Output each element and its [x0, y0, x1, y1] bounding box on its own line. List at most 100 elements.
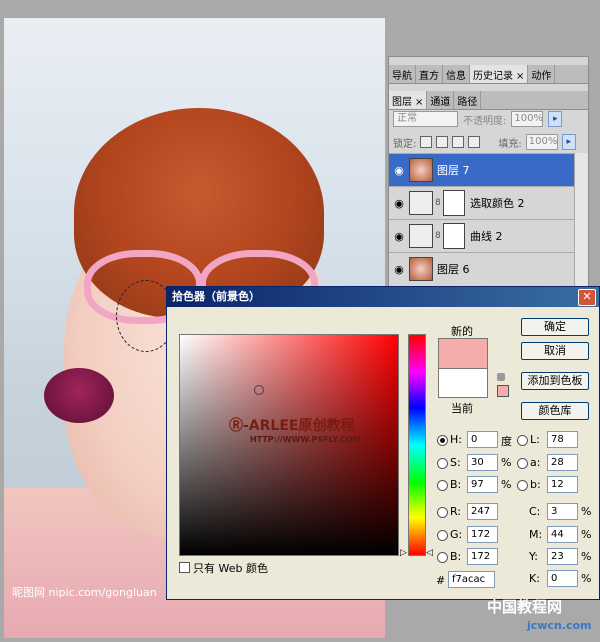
ok-button[interactable]: 确定 — [521, 318, 589, 336]
lock-position-icon[interactable] — [452, 136, 465, 148]
c-input[interactable]: 3 — [547, 503, 578, 520]
lock-pixels-icon[interactable] — [436, 136, 449, 148]
selective-color-icon — [409, 191, 433, 215]
curves-icon — [409, 224, 433, 248]
tab-actions[interactable]: 动作 — [528, 65, 556, 83]
s-input[interactable]: 30 — [467, 454, 498, 471]
fill-label: 填充: — [498, 138, 522, 150]
close-icon[interactable]: × — [516, 71, 524, 82]
layer-row-curves[interactable]: ◉ 8 曲线 2 — [389, 219, 574, 252]
radio-blue[interactable] — [437, 552, 448, 563]
h-input[interactable]: 0 — [467, 431, 498, 448]
lock-transparent-icon[interactable] — [420, 136, 433, 148]
close-icon[interactable]: × — [415, 97, 423, 108]
fill-arrow-icon[interactable]: ▸ — [561, 134, 576, 150]
h-unit: 度 — [501, 435, 512, 448]
hex-input[interactable]: f7acac — [448, 571, 495, 588]
h-label: H: — [450, 433, 462, 446]
k-label: K: — [529, 572, 540, 585]
close-icon[interactable]: ✕ — [578, 289, 596, 306]
photo-rose — [44, 368, 114, 423]
c-unit: % — [581, 505, 592, 518]
tab-layers[interactable]: 图层 × — [389, 91, 428, 109]
layer-mask-thumbnail — [443, 223, 465, 249]
y-input[interactable]: 23 — [547, 548, 578, 565]
dialog-titlebar[interactable]: 拾色器（前景色） ✕ — [167, 287, 599, 307]
blue-label: B: — [450, 550, 462, 563]
radio-l[interactable] — [517, 435, 528, 446]
a-input[interactable]: 28 — [547, 454, 578, 471]
radio-g[interactable] — [437, 530, 448, 541]
radio-r[interactable] — [437, 507, 448, 518]
radio-lab-b[interactable] — [517, 480, 528, 491]
layers-scrollbar[interactable] — [574, 153, 588, 287]
opacity-input[interactable]: 100% — [511, 111, 544, 127]
hue-arrow-right-icon[interactable]: ◁ — [426, 548, 433, 558]
m-label: M: — [529, 528, 543, 541]
s-unit: % — [501, 456, 512, 469]
tab-paths[interactable]: 路径 — [454, 91, 482, 109]
site-url-watermark: jcwcn.com — [527, 619, 592, 632]
logo-text: Ⓡ-ARLEE原创教程 — [229, 418, 355, 434]
k-input[interactable]: 0 — [547, 570, 578, 587]
opacity-arrow-icon[interactable]: ▸ — [548, 111, 563, 127]
layer-mask-thumbnail — [443, 190, 465, 216]
current-color-swatch[interactable] — [438, 368, 488, 398]
lab-b-label: b: — [530, 478, 541, 491]
lock-label: 锁定: — [393, 138, 417, 150]
link-icon: 8 — [435, 231, 441, 241]
blue-input[interactable]: 172 — [467, 548, 498, 565]
hue-arrow-left-icon[interactable]: ▷ — [400, 548, 407, 558]
picker-circle-icon[interactable] — [254, 385, 264, 395]
cancel-button[interactable]: 取消 — [521, 342, 589, 360]
layer-row-6[interactable]: ◉ 图层 6 — [389, 252, 574, 285]
a-label: a: — [530, 456, 541, 469]
eye-icon[interactable]: ◉ — [389, 197, 409, 210]
eye-icon[interactable]: ◉ — [389, 263, 409, 276]
m-input[interactable]: 44 — [547, 526, 578, 543]
radio-s[interactable] — [437, 458, 448, 469]
color-libraries-button[interactable]: 颜色库 — [521, 402, 589, 420]
tab-navigator[interactable]: 导航 — [389, 65, 416, 83]
fill-input[interactable]: 100% — [525, 134, 558, 150]
lock-all-icon[interactable] — [468, 136, 481, 148]
r-input[interactable]: 247 — [467, 503, 498, 520]
b-label: B: — [450, 478, 462, 491]
tab-histogram[interactable]: 直方 — [416, 65, 443, 83]
eye-icon[interactable]: ◉ — [389, 230, 409, 243]
site-watermark: 中国教程网 — [487, 598, 563, 616]
web-safe-swatch[interactable] — [497, 385, 509, 397]
logo-sub: HTTP://WWW.PSFLY.COM — [250, 435, 361, 444]
add-to-swatches-button[interactable]: 添加到色板 — [521, 372, 589, 390]
layer-row-selective-color[interactable]: ◉ 8 选取颜色 2 — [389, 186, 574, 219]
eye-icon[interactable]: ◉ — [389, 164, 409, 177]
layer-name: 曲线 2 — [470, 230, 503, 243]
lab-b-input[interactable]: 12 — [547, 476, 578, 493]
y-unit: % — [581, 550, 592, 563]
new-color-swatch — [438, 338, 488, 369]
c-label: C: — [529, 505, 541, 518]
color-picker-dialog: 拾色器（前景色） ✕ Ⓡ-ARLEE原创教程 HTTP://WWW.PSFLY.… — [166, 286, 600, 600]
tab-channels[interactable]: 通道 — [427, 91, 455, 109]
g-input[interactable]: 172 — [467, 526, 498, 543]
b-input[interactable]: 97 — [467, 476, 498, 493]
hue-slider[interactable] — [408, 334, 426, 556]
g-label: G: — [450, 528, 463, 541]
web-only-checkbox[interactable] — [179, 562, 190, 573]
layer-name: 图层 6 — [437, 263, 470, 276]
layer-row-7[interactable]: ◉ 图层 7 — [389, 153, 574, 186]
current-label: 当前 — [451, 402, 473, 415]
radio-h[interactable] — [437, 435, 448, 446]
m-unit: % — [581, 528, 592, 541]
l-input[interactable]: 78 — [547, 431, 578, 448]
color-field[interactable]: Ⓡ-ARLEE原创教程 HTTP://WWW.PSFLY.COM — [179, 334, 399, 556]
radio-a[interactable] — [517, 458, 528, 469]
tab-info[interactable]: 信息 — [443, 65, 470, 83]
hex-label: # — [436, 574, 446, 587]
gamut-warning-icon[interactable] — [497, 373, 505, 381]
y-label: Y: — [529, 550, 538, 563]
blend-mode-select[interactable]: 正常 — [393, 111, 458, 127]
radio-b[interactable] — [437, 480, 448, 491]
tab-history[interactable]: 历史记录 × — [470, 65, 529, 83]
web-only-label: 只有 Web 颜色 — [193, 562, 268, 575]
